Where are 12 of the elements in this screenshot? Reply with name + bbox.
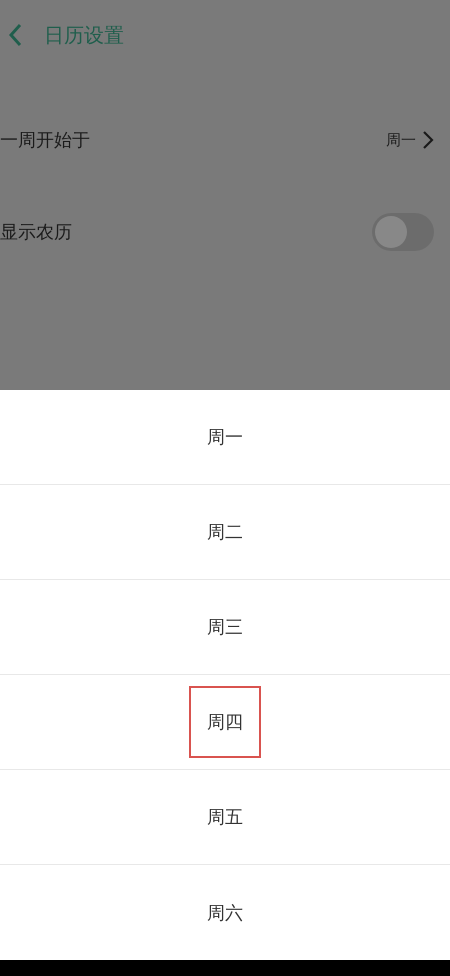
chevron-right-icon[interactable]	[422, 130, 434, 150]
page-title: 日历设置	[44, 22, 124, 48]
picker-option[interactable]: 周一	[189, 401, 261, 473]
picker-option[interactable]: 周三	[189, 591, 261, 663]
picker-option[interactable]: 周二	[189, 496, 261, 568]
setting-label: 显示农历	[0, 221, 72, 244]
setting-value[interactable]: 周一	[386, 130, 416, 150]
picker-option[interactable]: 周五	[189, 781, 261, 853]
setting-label: 一周开始于	[0, 129, 90, 152]
toggle-switch[interactable]	[372, 213, 434, 251]
picker-option[interactable]: 周四	[189, 686, 261, 758]
picker-option[interactable]: 周六	[189, 876, 261, 948]
